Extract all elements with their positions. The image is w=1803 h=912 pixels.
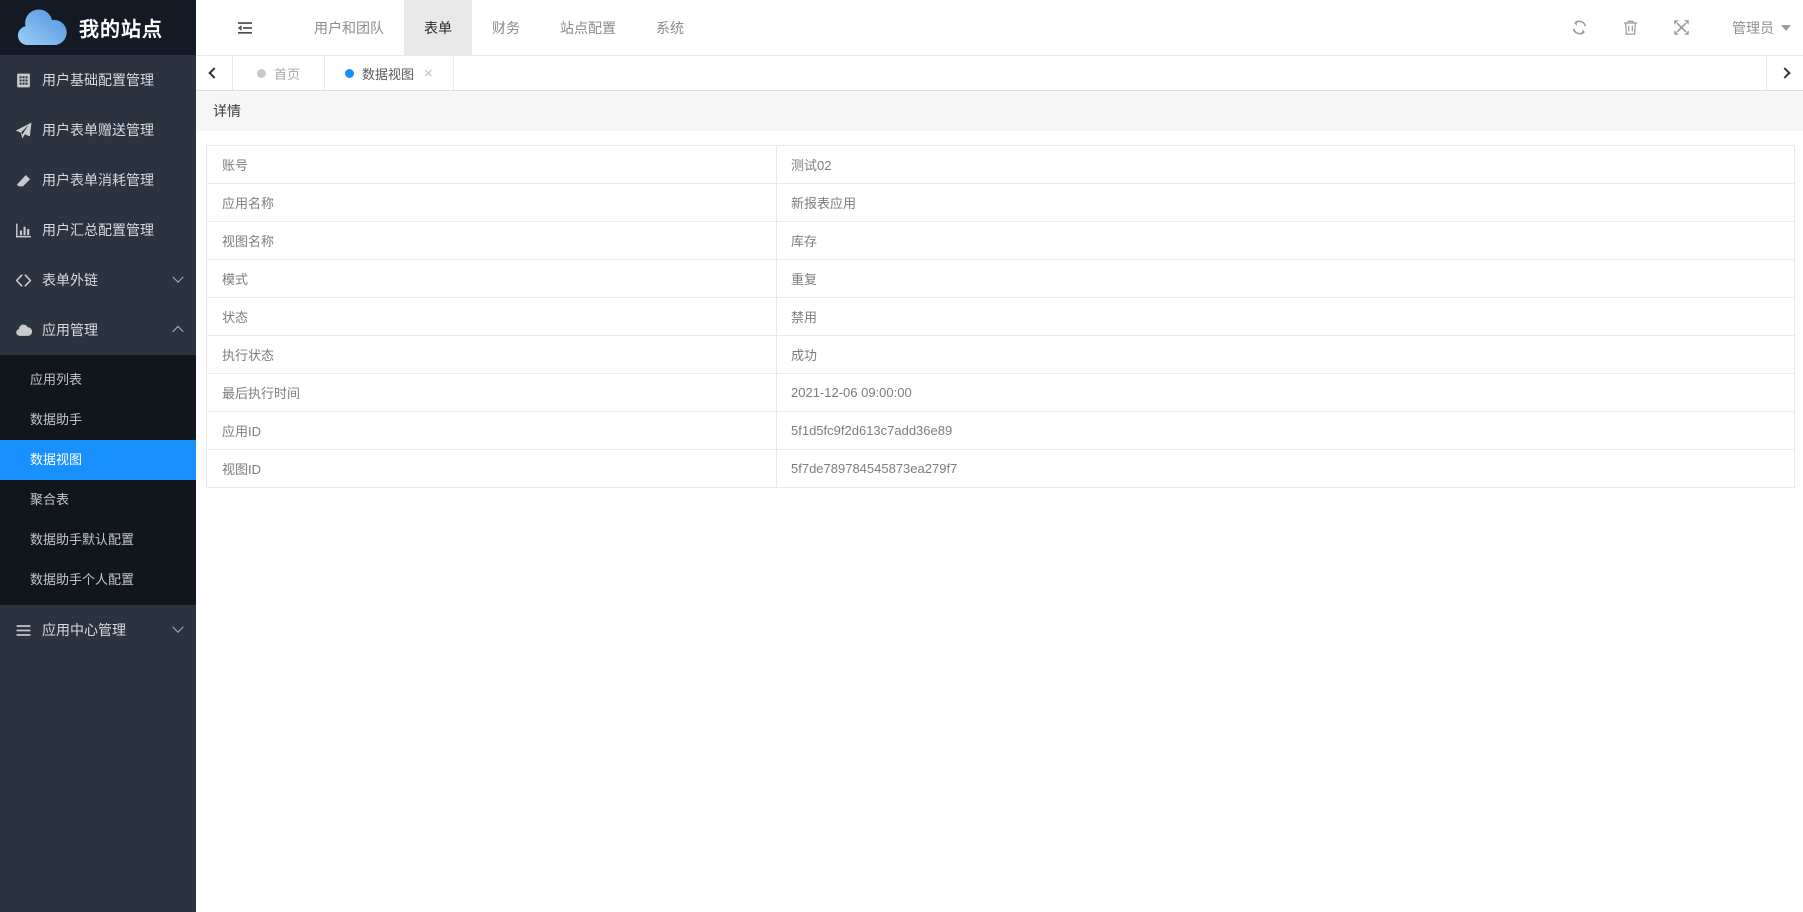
detail-table: 账号 测试02 应用名称 新报表应用 视图名称 库存 模式 重复 状态 禁用 执…	[206, 145, 1795, 488]
expand-icon[interactable]	[1673, 19, 1690, 36]
sidebar-item-data-view[interactable]: 数据视图	[0, 440, 196, 480]
chevron-right-icon	[1779, 67, 1790, 78]
tab-dot-icon	[345, 69, 354, 78]
sidebar-item-app-management[interactable]: 应用管理	[0, 305, 196, 355]
sync-icon[interactable]	[1571, 19, 1588, 36]
topnav-system[interactable]: 系统	[636, 0, 704, 55]
trash-icon[interactable]	[1622, 19, 1639, 36]
sidebar-item-label: 用户基础配置管理	[42, 70, 154, 90]
menu-bars-icon	[15, 622, 32, 639]
logo[interactable]: 我的站点	[0, 0, 196, 55]
row-label: 视图ID	[207, 450, 777, 487]
row-value: 库存	[777, 222, 1794, 259]
eraser-icon	[15, 172, 32, 189]
row-label: 状态	[207, 298, 777, 335]
tab-home[interactable]: 首页	[233, 56, 325, 90]
chevron-left-icon	[208, 67, 219, 78]
table-row: 视图ID 5f7de789784545873ea279f7	[207, 450, 1794, 488]
tab-dot-icon	[257, 69, 266, 78]
table-row: 模式 重复	[207, 260, 1794, 298]
user-menu[interactable]: 管理员	[1732, 18, 1791, 38]
app-management-submenu: 应用列表 数据助手 数据视图 聚合表 数据助手默认配置 数据助手个人配置	[0, 355, 196, 605]
grid-icon	[15, 72, 32, 89]
bar-chart-icon	[15, 222, 32, 239]
row-label: 应用名称	[207, 184, 777, 221]
sidebar: 我的站点 用户基础配置管理 用户表单赠送管理 用户表单消耗管理	[0, 0, 196, 912]
row-value: 成功	[777, 336, 1794, 373]
send-icon	[15, 122, 32, 139]
row-value: 2021-12-06 09:00:00	[777, 374, 1794, 411]
page-tabbar: 首页 数据视图 ×	[196, 56, 1803, 91]
row-value: 新报表应用	[777, 184, 1794, 221]
sidebar-item-user-base-config[interactable]: 用户基础配置管理	[0, 55, 196, 105]
row-value: 5f7de789784545873ea279f7	[777, 450, 1794, 487]
topbar: 用户和团队 表单 财务 站点配置 系统	[196, 0, 1803, 56]
cloud-icon	[15, 322, 32, 339]
chevron-down-icon	[172, 272, 183, 283]
sidebar-item-label: 应用中心管理	[42, 620, 126, 640]
sidebar-item-label: 用户表单消耗管理	[42, 170, 154, 190]
table-row: 执行状态 成功	[207, 336, 1794, 374]
sidebar-item-app-list[interactable]: 应用列表	[0, 360, 196, 400]
row-value: 重复	[777, 260, 1794, 297]
table-row: 状态 禁用	[207, 298, 1794, 336]
sidebar-item-label: 表单外链	[42, 270, 98, 290]
chevron-down-icon	[172, 622, 183, 633]
topnav-users-teams[interactable]: 用户和团队	[294, 0, 404, 55]
row-value: 测试02	[777, 146, 1794, 183]
chevron-up-icon	[172, 326, 183, 337]
sidebar-item-user-form-consume[interactable]: 用户表单消耗管理	[0, 155, 196, 205]
topbar-actions: 管理员	[1537, 0, 1803, 55]
main-area: 用户和团队 表单 财务 站点配置 系统	[196, 0, 1803, 912]
table-row: 最后执行时间 2021-12-06 09:00:00	[207, 374, 1794, 412]
sidebar-item-app-center-management[interactable]: 应用中心管理	[0, 605, 196, 655]
topnav-site-config[interactable]: 站点配置	[540, 0, 636, 55]
tab-label: 首页	[274, 64, 300, 83]
row-label: 执行状态	[207, 336, 777, 373]
sidebar-item-label: 用户汇总配置管理	[42, 220, 154, 240]
caret-down-icon	[1781, 25, 1791, 31]
close-icon[interactable]: ×	[424, 66, 433, 81]
row-value: 5f1d5fc9f2d613c7add36e89	[777, 412, 1794, 449]
sidebar-item-data-assistant[interactable]: 数据助手	[0, 400, 196, 440]
row-label: 账号	[207, 146, 777, 183]
table-row: 应用ID 5f1d5fc9f2d613c7add36e89	[207, 412, 1794, 450]
sidebar-item-form-external-link[interactable]: 表单外链	[0, 255, 196, 305]
row-label: 模式	[207, 260, 777, 297]
topnav-finance[interactable]: 财务	[472, 0, 540, 55]
sidebar-item-user-form-gift[interactable]: 用户表单赠送管理	[0, 105, 196, 155]
tabs-scroll-right-button[interactable]	[1766, 56, 1803, 90]
table-row: 视图名称 库存	[207, 222, 1794, 260]
sidebar-item-user-summary-config[interactable]: 用户汇总配置管理	[0, 205, 196, 255]
sidebar-item-assistant-default-config[interactable]: 数据助手默认配置	[0, 520, 196, 560]
row-value: 禁用	[777, 298, 1794, 335]
table-row: 账号 测试02	[207, 146, 1794, 184]
row-label: 最后执行时间	[207, 374, 777, 411]
row-label: 应用ID	[207, 412, 777, 449]
sidebar-item-label: 用户表单赠送管理	[42, 120, 154, 140]
sidebar-item-aggregate-table[interactable]: 聚合表	[0, 480, 196, 520]
menu-fold-icon[interactable]	[236, 20, 254, 36]
site-title: 我的站点	[79, 13, 163, 42]
sidebar-item-assistant-personal-config[interactable]: 数据助手个人配置	[0, 560, 196, 600]
cloud-logo-icon	[14, 9, 70, 47]
page-title: 详情	[196, 91, 1803, 131]
row-label: 视图名称	[207, 222, 777, 259]
link-icon	[15, 272, 32, 289]
topnav-forms[interactable]: 表单	[404, 0, 472, 55]
top-navigation: 用户和团队 表单 财务 站点配置 系统	[294, 0, 704, 55]
table-row: 应用名称 新报表应用	[207, 184, 1794, 222]
tab-label: 数据视图	[362, 64, 414, 83]
tabs-scroll-left-button[interactable]	[196, 56, 233, 90]
user-name: 管理员	[1732, 18, 1774, 38]
sidebar-item-label: 应用管理	[42, 320, 98, 340]
tab-data-view[interactable]: 数据视图 ×	[325, 56, 454, 90]
